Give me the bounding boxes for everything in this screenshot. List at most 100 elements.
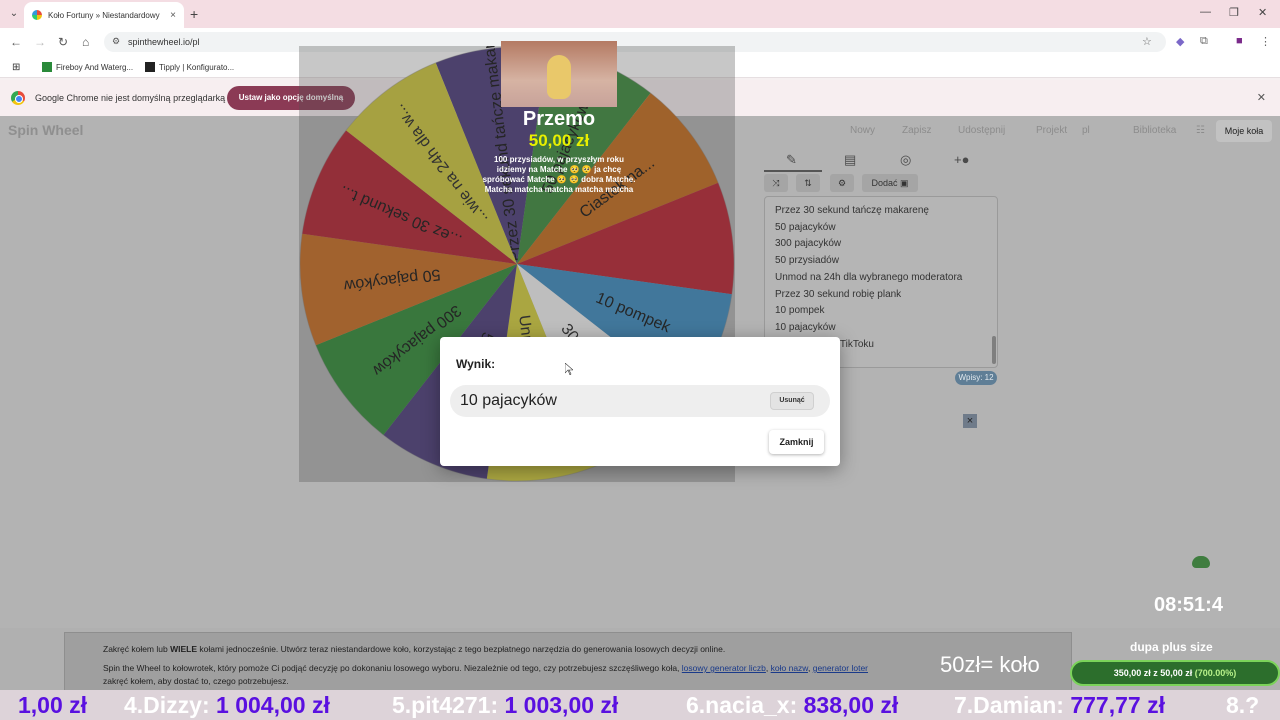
- result-dialog: Wynik: 10 pajacyków Usunąć Zamknij: [440, 337, 840, 466]
- desc-text: kołami jednocześnie. Utwórz teraz niesta…: [197, 644, 726, 654]
- goal-percent: (700.00%): [1194, 668, 1237, 678]
- back-icon[interactable]: ←: [10, 35, 22, 49]
- desc-text: Zakręć kołem lub: [103, 644, 171, 654]
- tipply-favicon-icon: [145, 62, 155, 72]
- apps-grid-icon[interactable]: ⊞: [12, 62, 20, 73]
- minimize-icon[interactable]: —: [1200, 6, 1211, 18]
- close-button[interactable]: Zamknij: [769, 430, 824, 454]
- extension-icon[interactable]: ◆: [1176, 35, 1184, 48]
- entry-line: 10 pompek: [775, 305, 825, 317]
- ticker-name: 7.Damian:: [954, 692, 1064, 718]
- entry-line: Przez 30 sekund robię plank: [775, 288, 902, 300]
- mouse-cursor-icon: [565, 363, 573, 375]
- my-wheels-button[interactable]: Moje koła: [1216, 120, 1272, 142]
- infobar-close-icon[interactable]: ✕: [1257, 91, 1266, 104]
- shuffle-icon[interactable]: ⤨: [764, 174, 788, 192]
- link-random-number[interactable]: losowy generator liczb: [682, 663, 766, 673]
- entry-line: Przez 30 sekund tańczę makarenę: [775, 205, 929, 216]
- site-logo[interactable]: Spin Wheel: [8, 122, 83, 138]
- ticker-name: 6.nacia_x:: [686, 692, 798, 718]
- donation-alert: Przemo 50,00 zł 100 przysiadów, w przysz…: [480, 108, 638, 195]
- results-clipboard-icon[interactable]: ▤: [844, 152, 856, 168]
- bookmark-tipply[interactable]: Tipply | Konfigurato...: [145, 62, 234, 72]
- fireboy-favicon-icon: [42, 62, 52, 72]
- pikachu-image-icon: [547, 55, 571, 99]
- link-name-wheel[interactable]: koło nazw: [771, 663, 808, 673]
- restore-icon[interactable]: ❐: [1229, 6, 1239, 19]
- bookmark-label: Tipply | Konfigurato...: [159, 62, 235, 72]
- home-icon[interactable]: ⌂: [82, 35, 89, 49]
- entry-line: 300 pajacyków: [775, 238, 842, 250]
- profile-icon[interactable]: ■: [1236, 35, 1243, 47]
- entries-count-badge: Wpisy: 12: [955, 371, 997, 385]
- donation-amount: 50,00 zł: [528, 131, 590, 150]
- description-line-2: Spin the Wheel to kołowrotek, który pomo…: [103, 663, 869, 673]
- browser-tab[interactable]: Koło Fortuny » Niestandardowy ×: [24, 2, 184, 28]
- description-line-1: Zakręć kołem lub WIELE kołami jednocześn…: [103, 643, 1071, 656]
- entry-line: 10 pajacyków: [775, 321, 836, 333]
- nav-library[interactable]: Biblioteka: [1133, 125, 1176, 136]
- stream-overlay-text: 50zł= koło: [940, 652, 1040, 677]
- url-text: spinthewheel.io/pl: [128, 37, 200, 47]
- menu-kebab-icon[interactable]: ⋮: [1260, 35, 1271, 48]
- nav-save[interactable]: Zapisz: [902, 125, 931, 136]
- tab-close-icon[interactable]: ×: [170, 10, 176, 21]
- edit-pencil-icon[interactable]: ✎: [786, 152, 797, 168]
- add-image-button[interactable]: Dodać ▣: [862, 174, 918, 192]
- add-image-label: Dodać: [871, 178, 898, 188]
- add-color-icon[interactable]: +●: [954, 152, 969, 167]
- nav-design[interactable]: Projekt: [1036, 125, 1067, 136]
- nav-new[interactable]: Nowy: [850, 125, 875, 136]
- extensions-puzzle-icon[interactable]: ⧉: [1200, 35, 1208, 48]
- settings-icon[interactable]: ☷: [1196, 125, 1205, 136]
- goal-progress: 350,00 zł z 50,00 zł (700.00%): [1070, 660, 1280, 686]
- tab-title: Koło Fortuny » Niestandardowy: [48, 10, 160, 20]
- stream-clock: 08:51:4: [1154, 594, 1223, 616]
- ticker-name: 8.?: [1226, 692, 1260, 718]
- chrome-logo-icon: [11, 91, 25, 105]
- prize-image: [501, 41, 617, 107]
- donation-ticker: 1,00 zł 4.Dizzy: 1 004,00 zł 5.pit4271: …: [0, 690, 1280, 720]
- infobar-message: Google Chrome nie jest domyślną przegląd…: [35, 93, 226, 103]
- ticker-item: 1,00 zł: [18, 690, 87, 720]
- result-title: Wynik:: [456, 357, 496, 371]
- forward-icon[interactable]: →: [34, 35, 46, 49]
- bookmark-fireboy[interactable]: Fireboy And Waterg...: [42, 62, 133, 72]
- entry-line: 50 pajacyków: [775, 221, 836, 233]
- tab-search-icon[interactable]: ⌄: [6, 6, 22, 22]
- bookmark-star-icon[interactable]: ☆: [1142, 35, 1152, 48]
- goal-text: 350,00 zł z 50,00 zł: [1113, 668, 1193, 678]
- desc-bold: WIELE: [170, 644, 198, 654]
- ticker-name: 5.pit4271:: [392, 692, 499, 718]
- donation-message: 100 przysiadów, w przyszłym roku idziemy…: [482, 155, 636, 194]
- settings-gear-icon[interactable]: ⚙: [830, 174, 854, 192]
- description-card: Zakręć kołem lub WIELE kołami jednocześn…: [64, 632, 1072, 692]
- remove-button[interactable]: Usunąć: [770, 392, 814, 410]
- result-value: 10 pajacyków: [460, 392, 557, 409]
- wheel-favicon-icon: [32, 10, 42, 20]
- ticker-amount: 1 004,00 zł: [216, 692, 330, 718]
- hide-eye-icon[interactable]: ◎: [900, 152, 911, 168]
- entry-line: 50 przysiadów: [775, 255, 839, 267]
- desc-text: Spin the Wheel to kołowrotek, który pomo…: [103, 663, 680, 673]
- result-field: 10 pajacyków Usunąć: [450, 385, 830, 417]
- nav-share[interactable]: Udostępnij: [958, 125, 1005, 136]
- link-lottery[interactable]: generator loter: [813, 663, 868, 673]
- sort-icon[interactable]: ⇅: [796, 174, 820, 192]
- tab-strip: ⌄ Koło Fortuny » Niestandardowy × + — ❐ …: [0, 0, 1280, 28]
- new-tab-icon[interactable]: +: [190, 6, 198, 22]
- ticker-amount: 1 003,00 zł: [504, 692, 619, 718]
- nav-language[interactable]: pl: [1082, 125, 1090, 136]
- ticker-amount: 838,00 zł: [803, 692, 899, 718]
- reload-icon[interactable]: ↻: [58, 35, 68, 49]
- ticker-amount: 1,00 zł: [18, 692, 88, 718]
- frog-emote-icon: [1192, 556, 1210, 568]
- close-square-icon[interactable]: ×: [963, 414, 977, 428]
- goal-title: dupa plus size: [1130, 640, 1213, 654]
- site-info-icon[interactable]: ⚙: [112, 36, 120, 47]
- ticker-item: 7.Damian: 777,77 zł: [954, 690, 1165, 720]
- donor-name: Przemo: [522, 108, 596, 130]
- entries-scrollbar[interactable]: [992, 336, 996, 364]
- panel-tabs: ✎ ▤ ◎ +●: [764, 148, 998, 172]
- window-close-icon[interactable]: ✕: [1258, 6, 1267, 19]
